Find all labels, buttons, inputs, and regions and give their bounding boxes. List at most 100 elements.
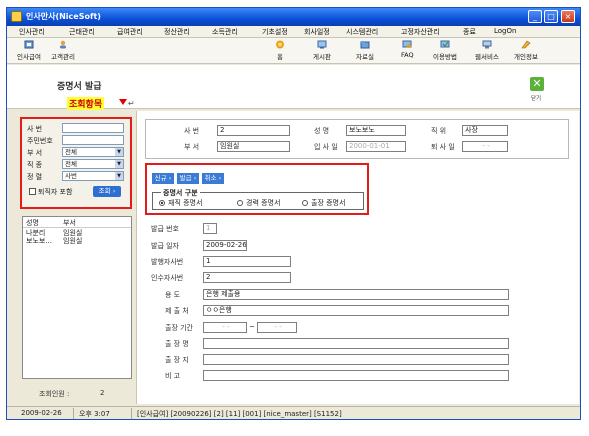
sort-select[interactable]: 사번 ▼ (62, 171, 124, 181)
trip-to-field[interactable]: - - (257, 322, 297, 333)
info-leave-date-label: 퇴 사 일 (431, 143, 455, 151)
toolbar-board[interactable]: 게시판 (313, 40, 331, 61)
menu-logon[interactable]: LogOn (494, 27, 516, 35)
receiver-no-label: 인수자사번 (151, 274, 184, 282)
search-panel: 사 번 주민번호 부 서 전체 ▼ 직 종 전체 ▼ 정 렬 사번 ▼ 퇴직자 … (20, 117, 132, 209)
close-icon[interactable]: × (561, 10, 575, 23)
maximize-icon[interactable]: □ (544, 10, 558, 23)
count-value: 2 (100, 389, 105, 397)
submit-to-field[interactable]: ㅇㅇ은행 (203, 305, 509, 316)
info-name-field[interactable]: 보노보노 (346, 125, 406, 136)
dept-label: 부 서 (27, 149, 43, 157)
toolbar-home[interactable]: 홈 (275, 40, 285, 61)
trip-from-field[interactable]: - - (203, 322, 247, 333)
home-icon (276, 40, 284, 49)
toolbar-personal[interactable]: 개인정보 (514, 40, 538, 61)
search-button[interactable]: 조회 › (93, 186, 121, 197)
radio-career-label[interactable]: 경력 증명서 (246, 198, 280, 208)
toolbar-webservice[interactable]: 웹서비스 (475, 40, 499, 61)
webservice-icon (482, 40, 492, 49)
employee-list: 성명 부서 나분리 임원실 보노보... 임원실 (22, 216, 132, 379)
toolbar: 인사급여 고객관리 홈 게시판 자료실 FAQ 이용방법 웹서비스 개인정보 (7, 38, 580, 64)
info-join-date-label: 입 사 일 (314, 143, 338, 151)
status-date: 2009-02-26 (21, 409, 62, 417)
dept-select-value: 전체 (65, 148, 77, 156)
info-position-label: 직 위 (431, 127, 447, 135)
job-label: 직 종 (27, 161, 43, 169)
count-label: 조회인원 : (39, 390, 70, 398)
certificate-type-legend: 증명서 구분 (161, 188, 200, 198)
purpose-field[interactable]: 은행 제출용 (203, 289, 509, 300)
chevron-down-icon[interactable]: ▼ (115, 160, 123, 168)
personal-icon (521, 40, 531, 49)
new-button[interactable]: 신규 › (152, 173, 174, 184)
list-item-name[interactable]: 보노보... (26, 236, 52, 246)
window-title: 인사만사(NiceSoft) (26, 12, 101, 21)
title-bar[interactable]: 인사만사(NiceSoft) _ □ × (7, 8, 580, 26)
resident-no-input[interactable] (62, 135, 124, 145)
info-position-field[interactable]: 사장 (462, 125, 508, 136)
menu-exit[interactable]: 종료 (463, 27, 476, 37)
trip-location-field[interactable] (203, 354, 509, 365)
info-join-date-field[interactable]: 2000-01-01 (346, 141, 406, 152)
info-dept-field[interactable]: 임원실 (217, 141, 290, 152)
job-select[interactable]: 전체 ▼ (62, 159, 124, 169)
emp-no-input[interactable] (62, 123, 124, 133)
info-emp-no-field[interactable]: 2 (217, 125, 290, 136)
menu-income[interactable]: 소득관리 (212, 27, 238, 37)
issue-no-label: 발급 번호 (151, 225, 179, 233)
info-leave-date-field[interactable]: - - (462, 141, 508, 152)
menu-hr[interactable]: 인사관리 (19, 27, 45, 37)
chevron-down-icon[interactable]: ▼ (115, 172, 123, 180)
radio-business-trip-label[interactable]: 출장 증명서 (311, 198, 345, 208)
toolbar-customer[interactable]: 고객관리 (51, 40, 75, 61)
certificate-type-group: 증명서 구분 재직 증명서 경력 증명서 출장 증명서 (152, 188, 364, 210)
retired-checkbox[interactable] (29, 188, 36, 195)
menu-system[interactable]: 시스템관리 (346, 27, 378, 37)
status-bar: 2009-02-26 오후 3:07 [인사급여] [20090226] [2]… (7, 406, 580, 419)
menu-attendance[interactable]: 근태관리 (69, 27, 95, 37)
radio-business-trip[interactable] (302, 200, 308, 206)
toolbar-payroll[interactable]: 인사급여 (17, 40, 41, 61)
purpose-label: 용 도 (165, 291, 181, 299)
employee-info: 사 번 2 성 명 보노보노 직 위 사장 부 서 임원실 입 사 일 2000… (145, 119, 569, 159)
payroll-icon (24, 40, 34, 49)
trip-place-field[interactable] (203, 338, 509, 349)
customer-icon (59, 40, 66, 49)
info-name-label: 성 명 (314, 127, 330, 135)
app-icon (11, 11, 22, 22)
left-panel: 사 번 주민번호 부 서 전체 ▼ 직 종 전체 ▼ 정 렬 사번 ▼ 퇴직자 … (7, 111, 134, 404)
page-title: 증명서 발급 (57, 82, 102, 92)
radio-employment-label[interactable]: 재직 증명서 (168, 198, 202, 208)
receiver-no-field[interactable]: 2 (203, 272, 291, 283)
issue-no-field[interactable]: 1 (203, 223, 217, 234)
toolbar-guide[interactable]: 이용방법 (433, 40, 457, 61)
close-page-label[interactable]: 닫기 (531, 94, 541, 102)
radio-employment[interactable] (159, 200, 165, 206)
menu-settlement[interactable]: 정산관리 (164, 27, 190, 37)
toolbar-faq[interactable]: FAQ (401, 40, 414, 59)
dept-select[interactable]: 전체 ▼ (62, 147, 124, 157)
info-dept-label: 부 서 (184, 143, 200, 151)
menu-schedule[interactable]: 회사일정 (304, 27, 330, 37)
status-divider (131, 408, 132, 419)
menu-payroll[interactable]: 급여관리 (117, 27, 143, 37)
remarks-field[interactable] (203, 370, 509, 381)
toolbar-archive[interactable]: 자료실 (356, 40, 374, 61)
minimize-icon[interactable]: _ (528, 10, 542, 23)
issue-date-label: 발급 일자 (151, 242, 179, 250)
issue-date-field[interactable]: 2009-02-26 (203, 240, 247, 251)
close-page-icon[interactable]: ✕ (530, 77, 544, 91)
trip-tilde: ~ (249, 323, 255, 331)
issuer-no-field[interactable]: 1 (203, 256, 291, 267)
job-select-value: 전체 (65, 160, 77, 168)
menu-basic-settings[interactable]: 기초설정 (262, 27, 288, 37)
certificate-type-panel: 신규 › 발급 › 취소 › 증명서 구분 재직 증명서 경력 증명서 출장 증… (145, 163, 369, 215)
cancel-button[interactable]: 취소 › (202, 173, 224, 184)
menu-fixed-assets[interactable]: 고정자산관리 (401, 27, 440, 37)
chevron-down-icon[interactable]: ▼ (115, 148, 123, 156)
status-info: [인사급여] [20090226] [2] [11] [001] [nice_m… (137, 410, 342, 418)
issue-button[interactable]: 발급 › (177, 173, 199, 184)
radio-career[interactable] (237, 200, 243, 206)
list-item-dept[interactable]: 임원실 (63, 236, 82, 246)
